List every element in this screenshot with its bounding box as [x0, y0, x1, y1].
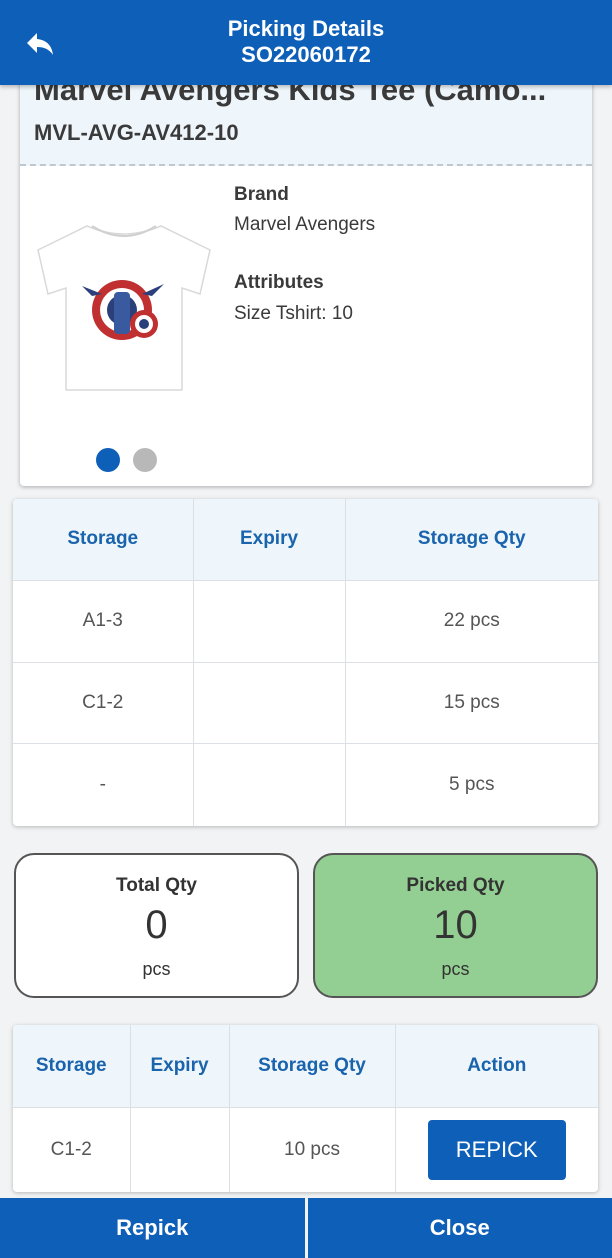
page-title: Picking Details [227, 16, 385, 41]
carousel-dot[interactable] [133, 448, 157, 472]
total-qty-unit: pcs [142, 959, 171, 979]
close-button[interactable]: Close [307, 1198, 612, 1258]
table-header-row: Storage Expiry Storage Qty Action [13, 1025, 598, 1108]
storage-cell: - [13, 742, 194, 826]
column-header-storage-qty: Storage Qty [344, 499, 598, 581]
table-row[interactable]: C1-2 15 pcs [13, 661, 598, 744]
expiry-cell [192, 742, 346, 826]
storage-cell: C1-2 [13, 661, 194, 744]
product-image[interactable] [32, 220, 216, 394]
column-header-storage: Storage [13, 499, 194, 581]
storage-table: Storage Expiry Storage Qty A1-3 22 pcs C… [13, 499, 598, 826]
storage-qty-cell: 15 pcs [344, 661, 598, 744]
expiry-cell [192, 579, 346, 663]
table-header-row: Storage Expiry Storage Qty [13, 499, 598, 581]
expiry-cell [129, 1106, 230, 1192]
column-header-action: Action [394, 1025, 598, 1108]
table-row: C1-2 10 pcs REPICK [13, 1106, 598, 1192]
table-row[interactable]: - 5 pcs [13, 742, 598, 826]
storage-qty-cell: 22 pcs [344, 579, 598, 663]
product-card: Marvel Avengers Kids Tee (Camo... MVL-AV… [20, 60, 592, 486]
column-header-storage-qty: Storage Qty [228, 1025, 396, 1108]
repick-row-button[interactable]: REPICK [427, 1119, 566, 1180]
brand-value: Marvel Avengers [234, 214, 376, 235]
picked-table: Storage Expiry Storage Qty Action C1-2 1… [13, 1025, 598, 1192]
picked-qty-value: 10 [433, 903, 478, 947]
picked-qty-box: Picked Qty 10 pcs [313, 853, 598, 998]
order-number: SO22060172 [241, 42, 371, 67]
total-qty-label: Total Qty [116, 875, 197, 896]
attributes-value: Size Tshirt: 10 [234, 303, 353, 324]
storage-qty-cell: 5 pcs [344, 742, 598, 826]
storage-qty-cell: 10 pcs [228, 1106, 396, 1192]
attributes-label: Attributes [234, 272, 324, 293]
footer-bar: Repick Close [0, 1198, 612, 1258]
action-cell: REPICK [394, 1106, 598, 1192]
carousel-dot-active[interactable] [96, 448, 120, 472]
storage-cell: A1-3 [13, 579, 194, 663]
header-titles: Picking Details SO22060172 [0, 16, 612, 68]
storage-cell: C1-2 [13, 1106, 131, 1192]
total-qty-value: 0 [145, 903, 168, 947]
column-header-expiry: Expiry [129, 1025, 230, 1108]
product-sku: MVL-AVG-AV412-10 [34, 120, 239, 145]
brand-label: Brand [234, 184, 289, 205]
expiry-cell [192, 661, 346, 744]
picked-qty-label: Picked Qty [406, 875, 505, 896]
total-qty-box: Total Qty 0 pcs [14, 853, 299, 998]
picked-qty-unit: pcs [441, 959, 470, 979]
column-header-storage: Storage [13, 1025, 131, 1108]
table-row[interactable]: A1-3 22 pcs [13, 579, 598, 663]
repick-button[interactable]: Repick [0, 1198, 305, 1258]
app-header: Picking Details SO22060172 [0, 0, 612, 85]
column-header-expiry: Expiry [192, 499, 346, 581]
